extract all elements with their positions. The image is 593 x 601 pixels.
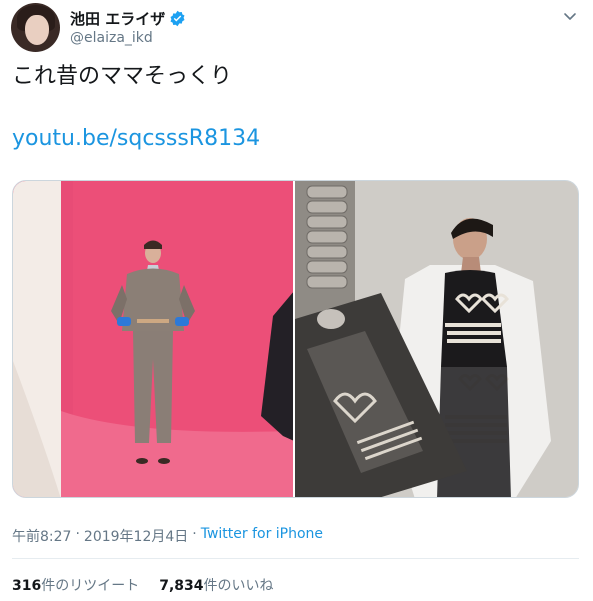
tweet-link[interactable]: youtu.be/sqcsssR8134 <box>12 124 260 154</box>
meta-separator: · <box>192 526 197 542</box>
photo-left[interactable] <box>13 181 293 497</box>
display-name[interactable]: 池田 エライザ <box>70 8 165 29</box>
user-handle[interactable]: @elaiza_ikd <box>70 30 153 46</box>
meta-separator: · <box>75 526 80 542</box>
magazine-photo-image <box>295 181 578 497</box>
likes-count: 7,834 <box>159 578 204 594</box>
divider <box>12 558 579 559</box>
likes-label: 件のいいね <box>203 578 274 594</box>
retweets-count: 316 <box>12 578 42 594</box>
verified-badge-icon <box>170 10 185 26</box>
tweet-source[interactable]: Twitter for iPhone <box>201 526 323 546</box>
tweet-stats: 316件のリツイート 7,834件のいいね <box>12 575 274 595</box>
avatar[interactable] <box>11 3 60 52</box>
chevron-down-icon[interactable] <box>562 8 578 24</box>
tweet-time[interactable]: 午前8:27 <box>12 526 71 546</box>
tweet-meta: 午前8:27 · 2019年12月4日 · Twitter for iPhone <box>12 526 323 546</box>
retweets-stat[interactable]: 316件のリツイート <box>12 575 139 595</box>
media-grid <box>12 180 579 498</box>
likes-stat[interactable]: 7,834件のいいね <box>159 575 273 595</box>
author-name-row[interactable]: 池田 エライザ <box>70 8 186 28</box>
retweets-label: 件のリツイート <box>41 578 140 594</box>
photo-right[interactable] <box>295 181 578 497</box>
studio-photo-image <box>13 181 293 497</box>
tweet-text: これ昔のママそっくり <box>12 64 233 89</box>
tweet-date[interactable]: 2019年12月4日 <box>84 526 188 546</box>
tweet: 池田 エライザ @elaiza_ikd これ昔のママそっくり youtu.be/… <box>0 0 593 601</box>
